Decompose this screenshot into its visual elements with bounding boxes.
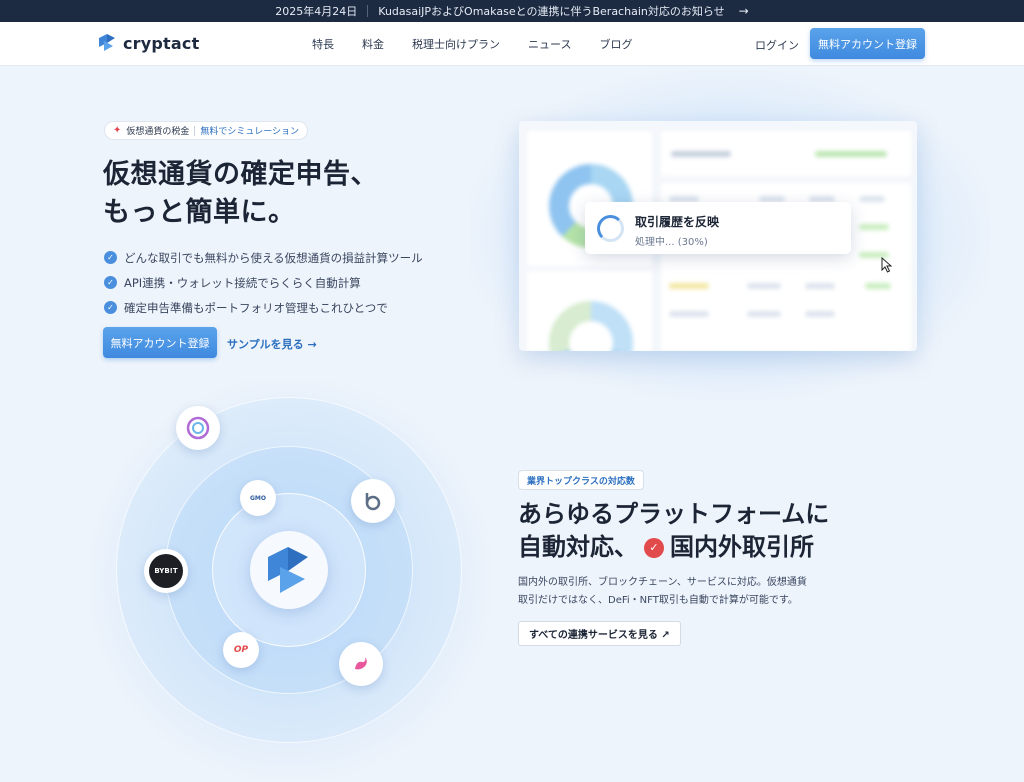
dash-bar <box>865 283 891 289</box>
platform-orb[interactable] <box>351 479 395 523</box>
platform-orb[interactable] <box>176 406 220 450</box>
tag-label-tax: 仮想通貨の税金 <box>126 127 190 137</box>
dash-bar <box>815 151 887 157</box>
feature-checklist: ✓ どんな取引でも無料から使える仮想通貨の損益計算ツール ✓ API連携・ウォレ… <box>104 245 423 320</box>
dash-bar <box>669 283 709 289</box>
tag-divider <box>194 125 196 136</box>
hero-tag: ✦ 仮想通貨の税金 無料でシミュレーション <box>104 121 309 140</box>
check-text: API連携・ウォレット接続でらくらく自動計算 <box>124 275 361 290</box>
red-check-icon: ✓ <box>644 537 664 558</box>
progress-card: 取引履歴を反映 処理中... (30%) <box>585 202 851 254</box>
announcement-date: 2025年4月24日 <box>275 5 358 18</box>
bybit-label: BYB!T <box>154 567 178 575</box>
dash-bar <box>859 224 889 230</box>
check-icon: ✓ <box>104 251 117 264</box>
hero-title-line2: もっと簡単に。 <box>103 197 296 228</box>
cryptact-logo-icon <box>268 547 308 593</box>
polkadot-icon <box>186 416 210 440</box>
sparkle-icon: ✦ <box>113 125 122 136</box>
nav-item-news[interactable]: ニュース <box>528 36 571 52</box>
hero-title-line1: 仮想通貨の確定申告、 <box>103 159 378 190</box>
platform-orb-bybit[interactable]: BYB!T <box>144 549 188 593</box>
nav-item-blog[interactable]: ブログ <box>599 36 632 52</box>
site-header: cryptact 特長 料金 税理士向けプラン ニュース ブログ ログイン 無料… <box>0 22 1024 66</box>
cryptact-logo-icon <box>99 34 115 51</box>
platforms-desc-line1: 国内外の取引所、ブロックチェーン、サービスに対応。仮想通貨 <box>518 577 807 588</box>
check-item: ✓ 確定申告準備もポートフォリオ管理もこれひとつで <box>104 295 423 320</box>
check-text: どんな取引でも無料から使える仮想通貨の損益計算ツール <box>124 250 423 265</box>
platform-orb-op[interactable]: OP <box>223 632 259 668</box>
dash-bar <box>747 283 781 289</box>
platforms-title-line2a: 自動対応、 <box>518 533 638 561</box>
progress-status: 処理中... (30%) <box>635 237 708 248</box>
check-text: 確定申告準備もポートフォリオ管理もこれひとつで <box>124 300 388 315</box>
hero-title: 仮想通貨の確定申告、 もっと簡単に。 <box>103 156 378 232</box>
announcement-bar[interactable]: 2025年4月24日 KudasaiJPおよびOmakaseとの連携に伴うBer… <box>0 0 1024 22</box>
dash-bar <box>671 151 731 157</box>
platform-orb-gmo[interactable]: GMO <box>240 480 276 516</box>
bybit-icon: BYB!T <box>149 554 183 588</box>
arrow-right-icon: → <box>738 4 749 18</box>
announcement-text[interactable]: KudasaiJPおよびOmakaseとの連携に伴うBerachain対応のお知… <box>378 3 724 19</box>
mouse-cursor-icon <box>881 257 893 273</box>
view-all-integrations-button[interactable]: すべての連携サービスを見る ↗ <box>518 621 681 646</box>
platforms-tag: 業界トップクラスの対応数 <box>518 470 644 490</box>
center-cryptact-logo <box>250 531 328 609</box>
sample-link[interactable]: サンプルを見る → <box>227 336 317 352</box>
uniswap-icon <box>355 657 367 670</box>
logo-text: cryptact <box>123 33 200 53</box>
dash-bar <box>669 311 709 317</box>
op-label: OP <box>233 645 249 655</box>
check-icon: ✓ <box>104 301 117 314</box>
cryptact-logo[interactable]: cryptact <box>97 33 199 53</box>
platforms-description: 国内外の取引所、ブロックチェーン、サービスに対応。仮想通貨 取引だけではなく、D… <box>518 574 838 610</box>
nav-item-pricing[interactable]: 料金 <box>362 36 384 52</box>
tag-label-simulation: 無料でシミュレーション <box>200 127 300 137</box>
platforms-title-line2: 自動対応、 ✓ 国内外取引所 <box>518 531 829 564</box>
main-nav: 特長 料金 税理士向けプラン ニュース ブログ <box>312 22 632 66</box>
dash-bar <box>805 311 835 317</box>
platforms-title-line1: あらゆるプラットフォームに <box>518 500 830 528</box>
login-link[interactable]: ログイン <box>755 37 799 53</box>
signup-button[interactable]: 無料アカウント登録 <box>810 28 925 59</box>
hero-signup-button[interactable]: 無料アカウント登録 <box>103 327 217 358</box>
announcement-divider <box>367 5 369 17</box>
platforms-title-line2b: 国内外取引所 <box>670 533 814 561</box>
nav-item-features[interactable]: 特長 <box>312 36 334 52</box>
dash-bar <box>859 196 885 202</box>
check-item: ✓ どんな取引でも無料から使える仮想通貨の損益計算ツール <box>104 245 423 270</box>
platform-orb[interactable] <box>339 642 383 686</box>
check-icon: ✓ <box>104 276 117 289</box>
dash-bar <box>747 311 781 317</box>
loading-spinner-icon <box>597 215 624 242</box>
dash-bar <box>805 283 835 289</box>
bitbank-icon <box>365 493 381 511</box>
platforms-title: あらゆるプラットフォームに 自動対応、 ✓ 国内外取引所 <box>518 498 829 564</box>
gmo-label: GMO <box>250 494 266 502</box>
nav-item-tax-accountant[interactable]: 税理士向けプラン <box>412 36 500 52</box>
check-item: ✓ API連携・ウォレット接続でらくらく自動計算 <box>104 270 423 295</box>
platforms-desc-line2: 取引だけではなく、DeFi・NFT取引も自動で計算が可能です。 <box>518 595 798 606</box>
progress-title: 取引履歴を反映 <box>635 215 720 229</box>
